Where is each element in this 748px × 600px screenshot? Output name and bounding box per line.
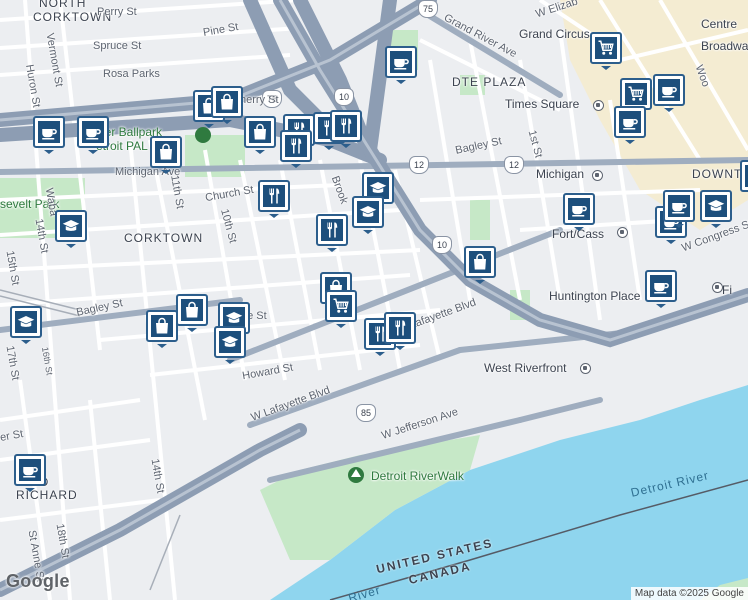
transit-station-icon[interactable] [617,227,628,238]
map-marker[interactable] [280,130,312,168]
map-marker[interactable] [146,310,178,348]
place-label: Centre [701,17,738,31]
route-10-shield: 10 [334,88,354,106]
area-label: DTE PLAZA [452,75,527,89]
shopping-bag-icon [469,251,491,273]
transit-station-icon[interactable] [580,363,591,374]
restaurant-icon [321,219,343,241]
map-marker[interactable] [385,46,417,84]
shopping-bag-icon [249,121,271,143]
map-marker[interactable] [316,214,348,252]
street-label: Perry St [97,6,137,18]
map-marker[interactable] [176,294,208,332]
place-label: Detroit RiverWalk [371,469,464,483]
map-marker[interactable] [10,306,42,344]
cafe-icon [650,275,672,297]
place-label: Huntington Place [549,289,641,303]
street-label: herry St [240,94,279,106]
place-label: Grand Circus [519,27,590,41]
map-canvas[interactable]: 75 75 10 10 12 12 85 NORTH CORKTOWN CORK… [0,0,748,600]
restaurant-icon [263,185,285,207]
school-icon [705,195,727,217]
map-marker[interactable] [214,326,246,364]
map-marker[interactable] [645,270,677,308]
map-marker[interactable] [464,246,496,284]
grocery-cart-icon [595,37,617,59]
shopping-bag-icon [151,315,173,337]
school-icon [357,201,379,223]
street-label: Rosa Parks [103,68,160,80]
map-marker[interactable] [663,190,695,228]
route-10-shield: 10 [432,236,452,254]
cafe-icon [390,51,412,73]
map-marker[interactable] [33,116,65,154]
school-icon [219,331,241,353]
cafe-icon [658,79,680,101]
place-label: Fi [722,283,732,297]
us-12-shield: 12 [409,156,429,174]
area-label: CORKTOWN [124,231,204,245]
map-marker[interactable] [150,136,182,174]
interstate-75-shield: 75 [418,0,438,18]
map-marker[interactable] [352,196,384,234]
street-label: Spruce St [93,40,142,52]
map-marker[interactable] [77,116,109,154]
place-label: Michigan [536,167,585,181]
map-marker[interactable] [653,74,685,112]
map-marker[interactable] [384,312,416,350]
map-attribution[interactable]: Map data ©2025 Google [630,587,748,600]
restaurant-icon [335,115,357,137]
map-marker[interactable] [325,290,357,328]
transit-station-icon[interactable] [593,100,604,111]
transit-station-icon[interactable] [712,282,723,293]
map-marker[interactable] [330,110,362,148]
grocery-cart-icon [625,83,647,105]
route-85-shield: 85 [356,404,376,422]
cafe-icon [19,459,41,481]
cafe-icon [568,198,590,220]
map-marker[interactable] [590,32,622,70]
school-icon [15,311,37,333]
school-icon [60,215,82,237]
shopping-bag-icon [155,141,177,163]
cafe-icon [619,111,641,133]
restaurant-icon [389,317,411,339]
place-label: Broadway [701,39,748,53]
map-marker[interactable] [14,454,46,492]
shopping-bag-icon [181,299,203,321]
map-marker[interactable] [614,106,646,144]
map-marker[interactable] [244,116,276,154]
map-marker[interactable] [700,190,732,228]
grocery-cart-icon [330,295,352,317]
area-label: DOWNT [692,167,743,181]
restaurant-icon [285,135,307,157]
map-marker[interactable] [211,86,243,124]
map-marker[interactable] [563,193,595,231]
place-label: West Riverfront [484,361,567,375]
area-label: NORTH [39,0,87,10]
map-marker[interactable] [258,180,290,218]
cafe-icon [668,195,690,217]
shopping-bag-icon [216,91,238,113]
us-12-shield: 12 [504,156,524,174]
google-logo: Google [6,571,70,591]
transit-station-icon[interactable] [592,170,603,181]
map-marker[interactable] [740,160,748,192]
cafe-icon [82,121,104,143]
place-label: Times Square [505,97,580,111]
cafe-icon [38,121,60,143]
map-marker[interactable] [55,210,87,248]
